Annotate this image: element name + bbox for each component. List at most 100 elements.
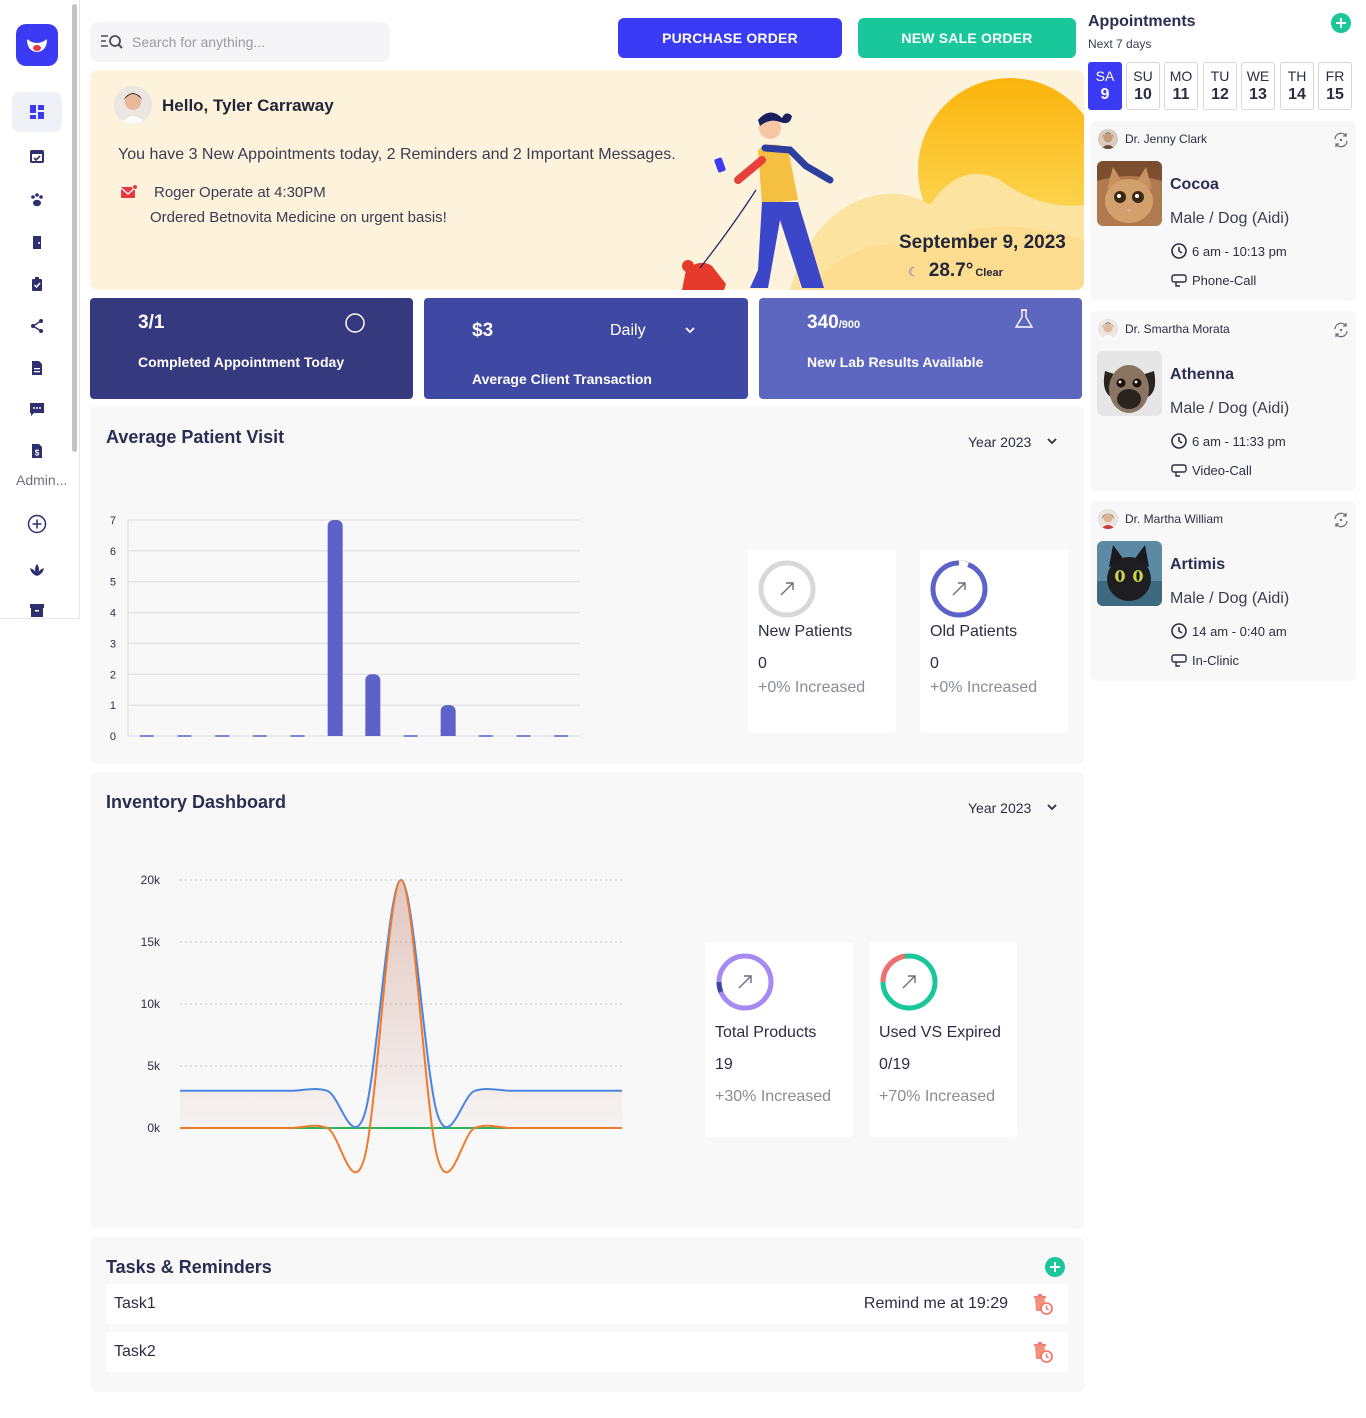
nav-add[interactable] (12, 504, 62, 544)
day-sa[interactable]: SA 9 (1088, 62, 1122, 110)
old-patients-card[interactable]: Old Patients 0 +0% Increased (920, 550, 1068, 733)
day-tu[interactable]: TU 12 (1203, 62, 1237, 110)
task-row[interactable]: Task2 (106, 1332, 1068, 1372)
appointments-title: Appointments (1088, 13, 1196, 30)
nav-billing[interactable]: $ (12, 431, 62, 471)
app-logo[interactable] (16, 24, 58, 66)
y-tick-label: 10k (141, 997, 161, 1011)
lab-results-card[interactable]: 340/900 New Lab Results Available (759, 298, 1082, 399)
bar[interactable] (365, 674, 381, 736)
day-th[interactable]: TH 14 (1280, 62, 1314, 110)
total-products-title: Total Products (715, 1024, 817, 1041)
day-fr[interactable]: FR 15 (1318, 62, 1352, 110)
nav-share[interactable] (12, 306, 62, 346)
bar[interactable] (327, 520, 343, 736)
nav-dashboard[interactable] (12, 92, 62, 132)
appointment-type-text: Video-Call (1192, 462, 1252, 478)
appointment-card[interactable]: Dr. Martha William Artimis Male / Dog (A… (1090, 501, 1356, 681)
nav-admin-label[interactable]: Admin... (6, 472, 80, 488)
inventory-year-select[interactable]: Year 2023 (954, 792, 1070, 824)
task-name: Task1 (114, 1295, 156, 1312)
doctor-avatar (1098, 129, 1118, 149)
nav-tasks[interactable] (12, 264, 62, 304)
day-number: 9 (1100, 86, 1110, 103)
appointment-time: 14 am - 0:40 am (1170, 622, 1287, 640)
total-products-card[interactable]: Total Products 19 +30% Increased (705, 942, 853, 1137)
plus-circle-icon (27, 514, 47, 534)
user-avatar[interactable] (114, 86, 152, 124)
pet-photo (1097, 161, 1162, 226)
nav-messages[interactable] (12, 389, 62, 429)
used-vs-expired-value: 0/19 (879, 1056, 911, 1073)
trend-ring-icon (758, 560, 816, 618)
invoice-icon: $ (32, 444, 42, 458)
new-sale-order-button[interactable]: NEW SALE ORDER (858, 18, 1076, 58)
nav-pets[interactable] (12, 180, 62, 220)
sync-icon[interactable] (1332, 511, 1350, 529)
day-su[interactable]: SU 10 (1126, 62, 1160, 110)
search-input[interactable] (132, 34, 372, 50)
chat-icon (30, 403, 44, 416)
patient-visit-year-select[interactable]: Year 2023 (954, 426, 1070, 458)
banner-date: September 9, 2023 (899, 232, 1066, 253)
nav-appointments[interactable] (12, 136, 62, 176)
purchase-order-button[interactable]: PURCHASE ORDER (618, 18, 842, 58)
doctor-name: Dr. Martha William (1125, 512, 1224, 526)
appointment-time-text: 14 am - 0:40 am (1192, 623, 1287, 639)
nav-archive[interactable] (12, 596, 62, 618)
dog-image (1097, 351, 1162, 416)
moon-icon: ☾ (908, 265, 919, 279)
day-we[interactable]: WE 13 (1241, 62, 1275, 110)
y-tick-label: 5 (110, 577, 116, 589)
sidebar-scrollbar[interactable] (72, 4, 77, 452)
search-icon[interactable] (100, 33, 124, 51)
total-products-value: 19 (715, 1056, 733, 1073)
nav-wellness[interactable] (12, 550, 62, 590)
mail-alert-icon (120, 184, 138, 198)
new-patients-card[interactable]: New Patients 0 +0% Increased (748, 550, 896, 733)
transaction-period[interactable]: Daily (610, 322, 646, 340)
tasks-panel: Tasks & Reminders Task1 Remind me at 19:… (90, 1237, 1084, 1392)
search-bar (90, 22, 390, 62)
delete-reminder-icon[interactable] (1030, 1292, 1054, 1316)
banner-message: You have 3 New Appointments today, 2 Rem… (118, 146, 676, 163)
completed-appointments-label: Completed Appointment Today (138, 354, 345, 370)
add-task-button[interactable] (1045, 1257, 1065, 1277)
appointment-card[interactable]: Dr. Jenny Clark Cocoa Male / Dog (Aidi) … (1090, 121, 1356, 301)
pet-name: Athenna (1170, 366, 1234, 383)
chevron-down-icon[interactable] (684, 326, 696, 334)
old-patients-change: +0% Increased (930, 679, 1038, 696)
bar-base (327, 730, 343, 736)
y-tick-label: 4 (110, 608, 116, 620)
flask-icon (1014, 309, 1034, 328)
used-vs-expired-card[interactable]: Used VS Expired 0/19 +70% Increased (869, 942, 1017, 1137)
day-mo[interactable]: MO 11 (1164, 62, 1198, 110)
temperature: 28.7° (928, 260, 974, 281)
task-row[interactable]: Task1 Remind me at 19:29 (106, 1284, 1068, 1324)
appointment-card[interactable]: Dr. Smartha Morata Athenna Male / Dog (A… (1090, 311, 1356, 491)
average-transaction-card[interactable]: $3 Daily Average Client Transaction (424, 298, 748, 399)
appointment-type-text: In-Clinic (1192, 652, 1239, 668)
average-transaction-label: Average Client Transaction (472, 371, 652, 387)
consult-type-icon (1171, 654, 1187, 667)
trend-ring-icon (880, 953, 938, 1011)
completed-appointments-card[interactable]: 3/1 Completed Appointment Today (90, 298, 413, 399)
new-patients-change: +0% Increased (758, 679, 866, 696)
delete-reminder-icon[interactable] (1030, 1340, 1054, 1364)
sync-icon[interactable] (1332, 131, 1350, 149)
average-transaction-value: $3 (472, 320, 494, 341)
logo-icon (27, 39, 47, 52)
calendar-check-icon (30, 150, 44, 163)
weather: ☾ 28.7° Clear (908, 260, 1003, 282)
doctor-name: Dr. Jenny Clark (1125, 132, 1208, 146)
add-appointment-button[interactable] (1331, 13, 1351, 33)
y-tick-label: 20k (141, 873, 161, 887)
nav-documents[interactable] (12, 348, 62, 388)
greeting: Hello, Tyler Carraway (162, 96, 334, 115)
patient-visit-title: Average Patient Visit (106, 427, 285, 447)
sidebar: $ Admin... (0, 0, 80, 619)
new-patients-title: New Patients (758, 623, 853, 640)
sync-icon[interactable] (1332, 321, 1350, 339)
nav-rooms[interactable] (12, 222, 62, 262)
day-name: SA (1095, 68, 1115, 84)
